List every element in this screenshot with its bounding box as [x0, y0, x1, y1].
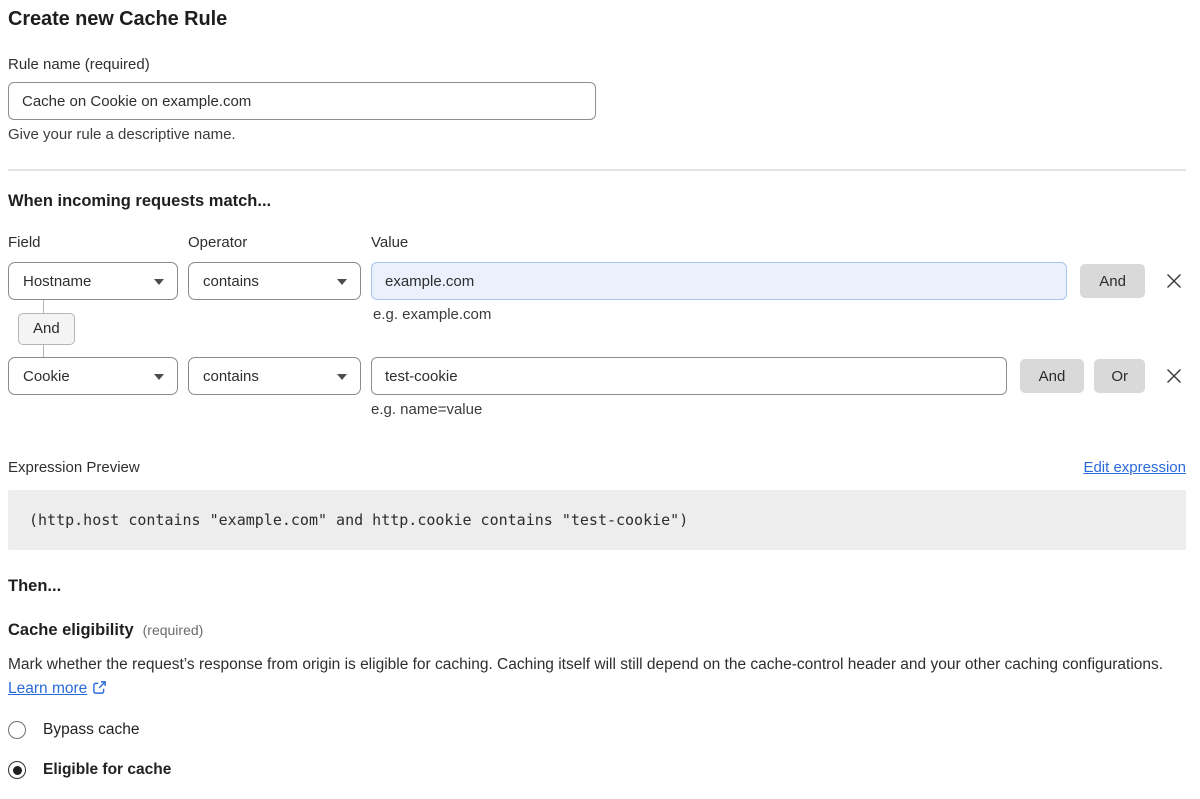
section-divider	[8, 169, 1186, 171]
add-and-condition-button-row1[interactable]: And	[1080, 264, 1145, 298]
value-hint-row1: e.g. example.com	[373, 306, 491, 323]
expression-code: (http.host contains "example.com" and ht…	[8, 490, 1186, 550]
operator-select-row1-value: contains	[203, 273, 259, 290]
learn-more-link[interactable]: Learn more	[8, 680, 87, 697]
cache-eligibility-heading: Cache eligibility	[8, 621, 134, 640]
operator-select-row2[interactable]: contains	[188, 357, 361, 395]
chevron-down-icon	[337, 374, 347, 380]
add-and-condition-button-row2[interactable]: And	[1020, 359, 1085, 393]
operator-select-row2-value: contains	[203, 368, 259, 385]
field-select-row1[interactable]: Hostname	[8, 262, 178, 300]
rule-name-input[interactable]	[8, 82, 596, 120]
cache-eligibility-description: Mark whether the request’s response from…	[8, 653, 1173, 701]
field-select-row2-value: Cookie	[23, 368, 70, 385]
field-column-label: Field	[8, 234, 188, 251]
radio-label-bypass-cache[interactable]: Bypass cache	[43, 721, 140, 739]
radio-option-eligible-for-cache[interactable]: Eligible for cache	[8, 761, 1186, 779]
value-column-label: Value	[371, 234, 408, 251]
then-heading: Then...	[8, 577, 1186, 596]
required-note: (required)	[143, 622, 204, 638]
condition-column-labels: Field Operator Value	[8, 234, 1186, 251]
radio-option-bypass-cache[interactable]: Bypass cache	[8, 721, 1186, 739]
create-cache-rule-page: Create new Cache Rule Rule name (require…	[0, 0, 1200, 799]
external-link-icon	[92, 680, 107, 695]
expression-preview-label: Expression Preview	[8, 459, 140, 476]
page-title: Create new Cache Rule	[8, 8, 1186, 31]
condition-row: Hostname contains And	[8, 262, 1186, 300]
radio-button-unselected[interactable]	[8, 721, 26, 739]
rule-name-helper: Give your rule a descriptive name.	[8, 126, 1186, 143]
radio-label-eligible-for-cache[interactable]: Eligible for cache	[43, 761, 171, 779]
cache-eligibility-heading-row: Cache eligibility (required)	[8, 621, 1186, 640]
close-icon	[1165, 367, 1183, 385]
operator-select-row1[interactable]: contains	[188, 262, 361, 300]
radio-button-selected[interactable]	[8, 761, 26, 779]
radio-dot	[13, 766, 22, 775]
expression-preview-header: Expression Preview Edit expression	[8, 459, 1186, 476]
chevron-down-icon	[337, 279, 347, 285]
add-or-condition-button-row2[interactable]: Or	[1094, 359, 1145, 393]
remove-condition-button-row1[interactable]	[1162, 269, 1186, 293]
field-select-row1-value: Hostname	[23, 273, 91, 290]
value-input-row2[interactable]	[371, 357, 1007, 395]
close-icon	[1165, 272, 1183, 290]
cache-eligibility-description-text: Mark whether the request’s response from…	[8, 656, 1163, 673]
row1-buttons: And	[1080, 264, 1145, 298]
field-select-row2[interactable]: Cookie	[8, 357, 178, 395]
match-heading: When incoming requests match...	[8, 192, 1186, 211]
chevron-down-icon	[154, 279, 164, 285]
rule-name-label: Rule name (required)	[8, 56, 1186, 73]
row2-buttons: And Or	[1020, 359, 1145, 393]
edit-expression-link[interactable]: Edit expression	[1083, 459, 1186, 476]
remove-condition-button-row2[interactable]	[1162, 364, 1186, 388]
condition-row: Cookie contains And Or	[8, 357, 1186, 395]
value-hint-row2: e.g. name=value	[371, 401, 1186, 418]
value-input-row1[interactable]	[371, 262, 1067, 300]
operator-column-label: Operator	[188, 234, 371, 251]
and-connector-toggle[interactable]: And	[18, 313, 75, 345]
condition-connector-zone: And e.g. example.com	[8, 300, 1186, 357]
chevron-down-icon	[154, 374, 164, 380]
